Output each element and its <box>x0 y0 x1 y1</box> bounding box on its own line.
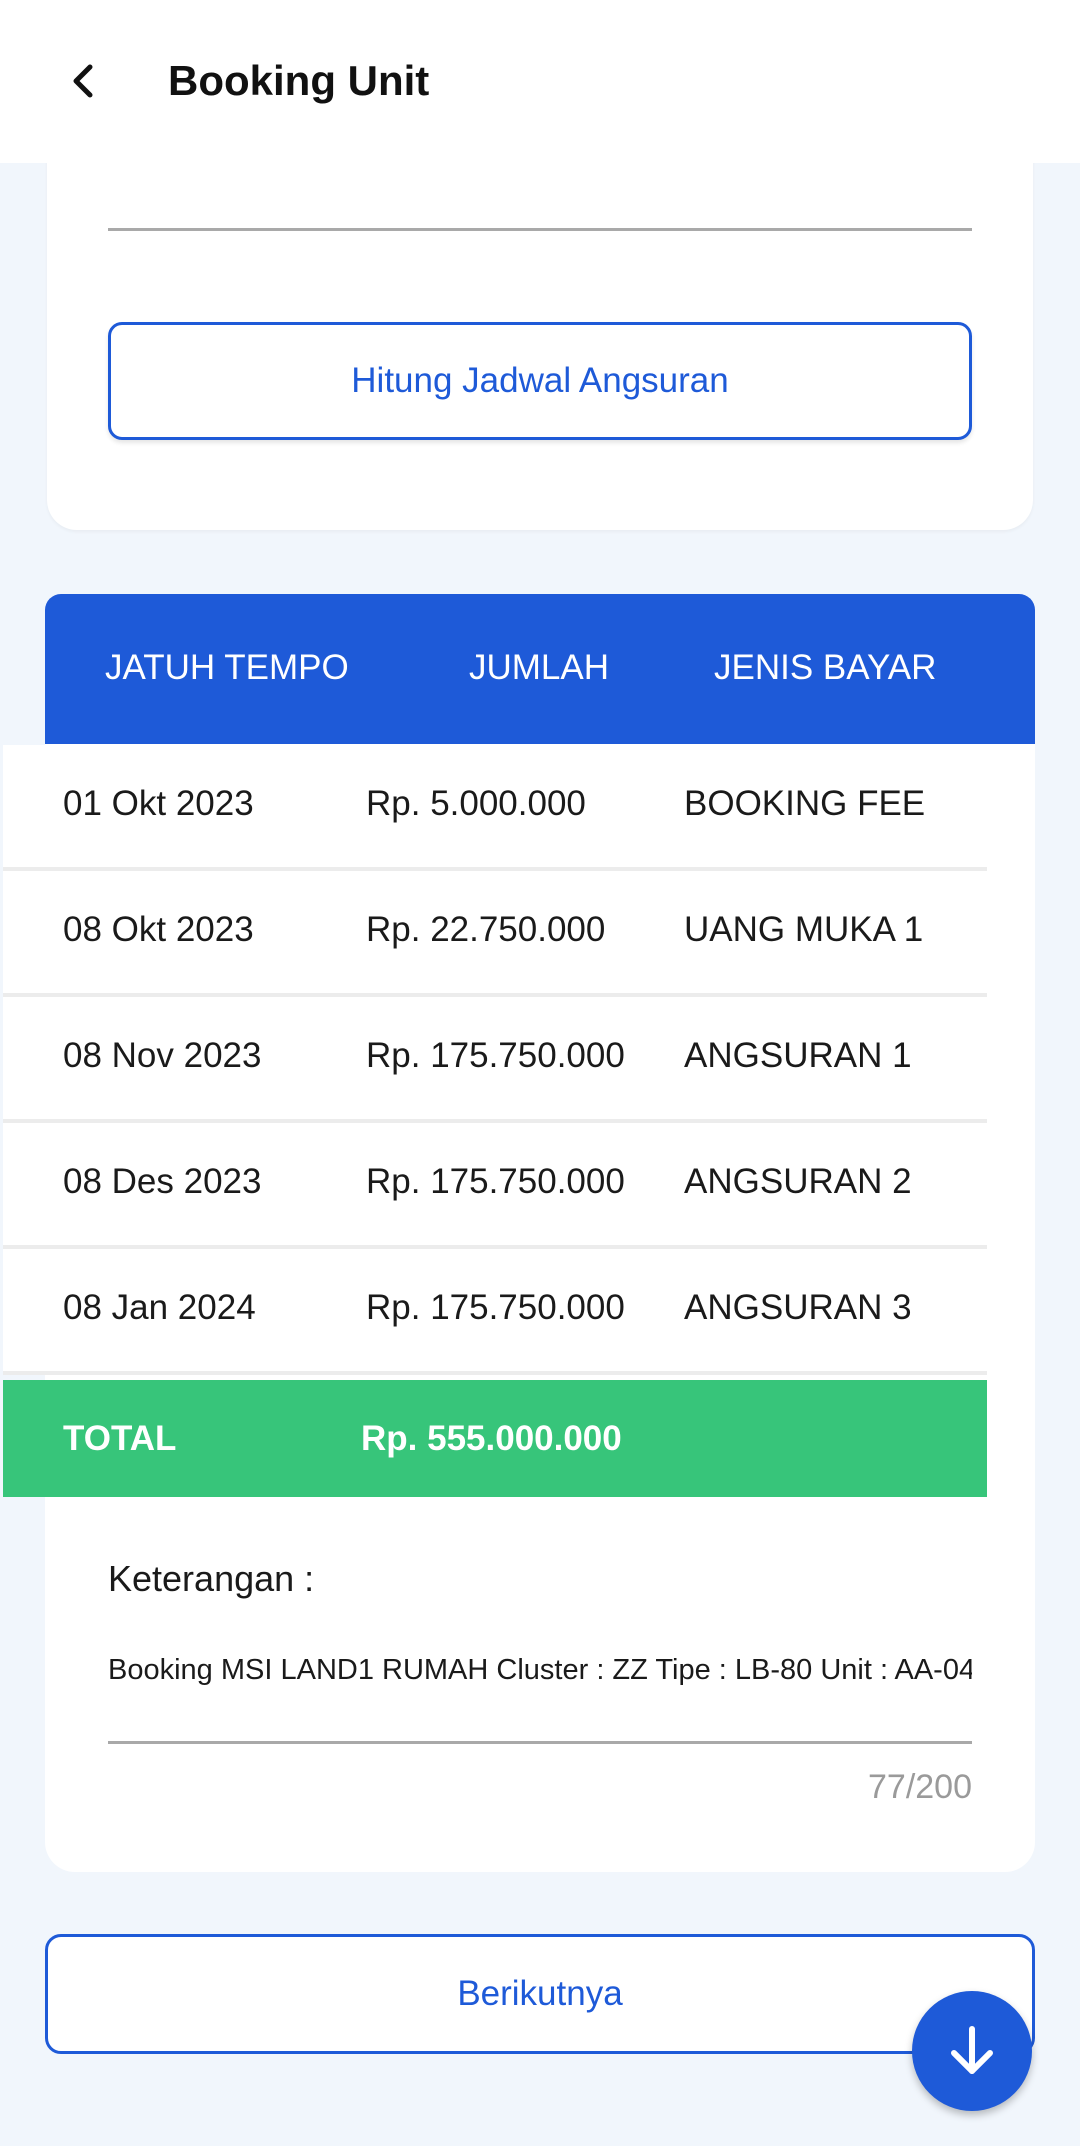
amount-cell: Rp. 175.750.000 <box>366 1162 625 1201</box>
amount-cell: Rp. 22.750.000 <box>366 910 606 949</box>
total-row: TOTAL Rp. 555.000.000 <box>3 1380 987 1497</box>
total-amount: Rp. 555.000.000 <box>361 1419 622 1458</box>
table-row: 08 Des 2023 Rp. 175.750.000 ANGSURAN 2 <box>3 1123 987 1245</box>
due-date-cell: 08 Nov 2023 <box>63 1036 262 1075</box>
total-label: TOTAL <box>63 1419 177 1458</box>
due-date-cell: 08 Jan 2024 <box>63 1288 256 1327</box>
app-bar: Booking Unit <box>0 0 1080 163</box>
character-counter: 77/200 <box>868 1768 972 1806</box>
back-button[interactable] <box>48 45 120 117</box>
payment-type-cell: ANGSURAN 1 <box>684 1036 912 1075</box>
notes-input[interactable]: Booking MSI LAND1 RUMAH Cluster : ZZ Tip… <box>108 1654 972 1687</box>
scroll-down-button[interactable] <box>912 1991 1032 2111</box>
payment-type-cell: UANG MUKA 1 <box>684 910 924 949</box>
notes-label: Keterangan : <box>108 1558 315 1599</box>
payment-type-cell: BOOKING FEE <box>684 784 926 823</box>
amount-cell: Rp. 5.000.000 <box>366 784 586 823</box>
table-row: 08 Okt 2023 Rp. 22.750.000 UANG MUKA 1 <box>3 871 987 993</box>
amount-cell: Rp. 175.750.000 <box>366 1036 625 1075</box>
due-date-cell: 08 Okt 2023 <box>63 910 254 949</box>
notes-underline <box>108 1741 972 1744</box>
due-date-cell: 01 Okt 2023 <box>63 784 254 823</box>
arrow-back-icon <box>73 64 93 98</box>
arrow-down-icon <box>951 2026 993 2074</box>
next-button[interactable]: Berikutnya <box>45 1934 1035 2054</box>
bottom-edge <box>0 2146 1080 2156</box>
column-header-payment-type: JENIS BAYAR <box>714 648 937 687</box>
row-divider <box>3 1371 987 1375</box>
table-header: JATUH TEMPO JUMLAH JENIS BAYAR <box>45 594 1035 744</box>
amount-cell: Rp. 175.750.000 <box>366 1288 625 1327</box>
table-row: 01 Okt 2023 Rp. 5.000.000 BOOKING FEE <box>3 745 987 867</box>
calculate-schedule-button[interactable]: Hitung Jadwal Angsuran <box>108 322 972 440</box>
payment-type-cell: ANGSURAN 3 <box>684 1288 912 1327</box>
table-row: 08 Jan 2024 Rp. 175.750.000 ANGSURAN 3 <box>3 1249 987 1371</box>
page-title: Booking Unit <box>168 57 430 104</box>
column-header-due-date: JATUH TEMPO <box>105 648 349 687</box>
field-underline <box>108 228 972 231</box>
payment-type-cell: ANGSURAN 2 <box>684 1162 912 1201</box>
column-header-amount: JUMLAH <box>469 648 610 687</box>
due-date-cell: 08 Des 2023 <box>63 1162 262 1201</box>
table-row: 08 Nov 2023 Rp. 175.750.000 ANGSURAN 1 <box>3 997 987 1119</box>
